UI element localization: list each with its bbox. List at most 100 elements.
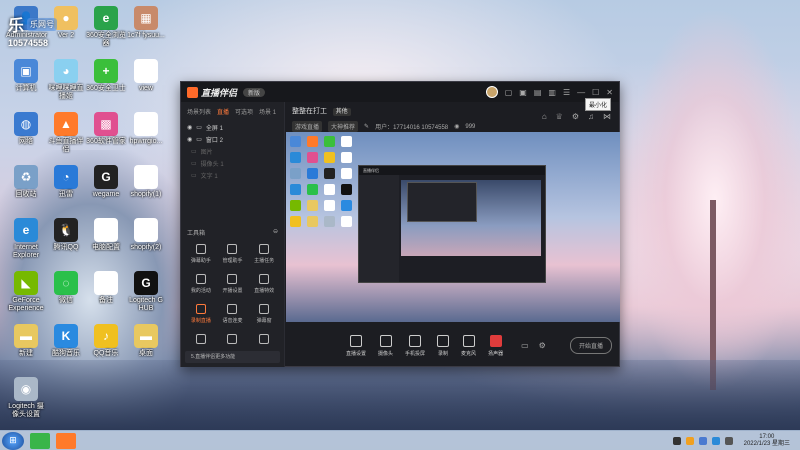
desktop-icon[interactable]: K 酷狗音乐 <box>46 324 86 358</box>
control-button[interactable]: 扬声器 <box>488 334 503 357</box>
desktop-icon[interactable]: ▣ 计算机 <box>6 59 46 93</box>
tray-chat-icon[interactable] <box>685 436 694 445</box>
avatar[interactable] <box>485 86 498 98</box>
sidebar-tab[interactable]: 场景 1 <box>259 107 276 116</box>
stream-title[interactable]: 整整在打工 <box>292 108 327 115</box>
layer-item[interactable]: ▭ 图片 <box>181 145 284 157</box>
layer-item[interactable]: ▭ 摄像头 1 <box>181 157 284 169</box>
tool-button[interactable]: 管理助手 <box>217 244 249 264</box>
layer-item[interactable]: ◉ ▭ 全屏 1 <box>181 121 284 133</box>
taskbar-app-icon[interactable] <box>30 432 50 449</box>
desktop-icon[interactable]: Gwegame <box>86 165 126 199</box>
desktop-icon[interactable]: ▬ 桌面 <box>126 324 166 358</box>
desktop-icon[interactable]: G Logitech G HUB <box>126 271 166 313</box>
tray-flag-icon[interactable] <box>724 436 733 445</box>
desktop-icon[interactable]: 电脑配置 <box>86 218 126 252</box>
tool-button[interactable]: 语音连麦 <box>217 304 249 324</box>
desktop-icon-image <box>134 59 158 83</box>
control-button[interactable]: 手机投屏 <box>405 334 425 357</box>
desktop-icon[interactable]: shopify(1) <box>126 165 166 199</box>
tool-button[interactable]: 开播设置 <box>217 274 249 294</box>
record-icon[interactable]: ▭ <box>521 341 529 350</box>
start-button[interactable]: ⊞ <box>2 431 24 450</box>
desktop-icon[interactable]: shopify(2) <box>126 218 166 252</box>
layer-item[interactable]: ▭ 文字 1 <box>181 169 284 181</box>
taskbar: ⊞ 17:00 2022/1/23 星期三 <box>0 430 800 450</box>
desktop-icon[interactable]: ▲ 斗鱼直播伴侣 <box>46 112 86 154</box>
desktop-icon[interactable]: e 360安全浏览器 <box>86 6 126 48</box>
eye-icon[interactable]: ◉ <box>187 136 192 143</box>
sidebar-tab[interactable]: 场景列表 <box>187 107 211 116</box>
edit-icon[interactable]: ✎ <box>364 123 369 130</box>
menu-icon[interactable]: ☰ <box>563 88 570 97</box>
stream-preview[interactable]: 直播伴侣 <box>286 132 620 322</box>
sidebar-tab[interactable]: 可选项 <box>235 107 253 116</box>
control-button[interactable]: 录制 <box>437 334 450 357</box>
desktop-icon[interactable]: view <box>126 59 166 93</box>
desktop-icon[interactable]: ◔ 迅雷 <box>46 165 86 199</box>
tool-button[interactable]: 录制直播 <box>185 304 217 324</box>
watermark-brand: 乐 <box>8 18 25 35</box>
tool-button[interactable]: 主播任务 <box>248 244 280 264</box>
desktop-icon[interactable]: ▦ 1c7f fysuu... <box>126 6 166 40</box>
tool-button[interactable] <box>248 334 280 347</box>
tool-button[interactable]: 弹幕助手 <box>185 244 217 264</box>
message-icon[interactable]: ▢ <box>505 88 513 97</box>
toolbox-more-icon[interactable]: ⊖ <box>273 228 278 237</box>
tool-button[interactable] <box>217 334 249 347</box>
desktop-icon[interactable]: +360安全卫士 <box>86 59 126 93</box>
room-tag-2[interactable]: 大神推荐 <box>328 121 359 132</box>
layer-item[interactable]: ◉ ▭ 窗口 2 <box>181 133 284 145</box>
desktop-icon[interactable]: ◣ GeForce Experience <box>6 271 46 313</box>
preview-icon <box>290 200 301 211</box>
tray-network-icon[interactable] <box>698 436 707 445</box>
tray-volume-icon[interactable] <box>711 436 720 445</box>
tool-button[interactable]: 我的活动 <box>185 274 217 294</box>
preview-icon <box>290 152 301 163</box>
clock[interactable]: 17:00 2022/1/23 星期三 <box>744 434 790 448</box>
layer-name: 全屏 1 <box>205 125 223 132</box>
desktop-icon[interactable]: ◕ 咪哩咪哩直播姬 <box>46 59 86 101</box>
stream-category[interactable]: 其他 <box>332 108 351 116</box>
gift-icon[interactable]: ▣ <box>519 88 527 97</box>
chart-icon[interactable]: ▤ <box>534 88 542 97</box>
desktop-icon[interactable]: 备注 <box>86 271 126 305</box>
sidebar-tab[interactable]: 直播 <box>217 107 229 116</box>
shirt-icon[interactable]: ▥ <box>548 88 556 97</box>
desktop-icon[interactable]: e Internet Explorer <box>6 218 46 260</box>
desktop-icon[interactable]: ◉ Logitech 摄像头设置 <box>6 377 46 419</box>
start-live-button[interactable]: 开始直播 <box>569 337 612 354</box>
desktop-icon[interactable]: hpwrrgio... <box>126 112 166 146</box>
taskbar-app-icon[interactable] <box>56 432 76 449</box>
close-icon[interactable]: ✕ <box>606 88 613 97</box>
tool-button[interactable]: 直播特效 <box>248 274 280 294</box>
trophy-icon[interactable]: ♕ <box>556 112 563 121</box>
gear-icon[interactable]: ⚙ <box>539 341 546 350</box>
bag-icon[interactable]: ⌂ <box>542 112 547 121</box>
tray-app-icon[interactable] <box>672 436 681 445</box>
tool-icon <box>195 334 206 344</box>
control-button[interactable]: 摄像头 <box>378 334 393 357</box>
desktop-icon[interactable]: ◍ 网络 <box>6 112 46 146</box>
desktop-icon[interactable]: ◌ 微信 <box>46 271 86 305</box>
desktop-icon[interactable]: ♪ QQ音乐 <box>86 324 126 358</box>
desktop-icon-label: view <box>138 85 153 92</box>
minimize-icon[interactable]: — <box>577 88 585 97</box>
room-tag-1[interactable]: 游戏直播 <box>292 121 323 132</box>
settings-icon[interactable]: ⚙ <box>572 112 579 121</box>
share-icon[interactable]: ⋈ <box>603 112 611 121</box>
desktop-icon[interactable]: ♻ 回收站 <box>6 165 46 199</box>
tool-button[interactable] <box>185 334 217 347</box>
eye-icon[interactable]: ◉ <box>187 124 192 131</box>
control-button[interactable]: 麦克风 <box>461 334 476 357</box>
maximize-icon[interactable]: ☐ <box>592 88 599 97</box>
desktop-icon[interactable]: 🐧 腾讯QQ <box>46 218 86 252</box>
bell-icon[interactable]: ♫ <box>588 112 594 121</box>
desktop-icon[interactable]: ▩ 360软件管家 <box>86 112 126 146</box>
control-button[interactable]: 直播设置 <box>346 334 366 357</box>
version-badge[interactable]: 新版 <box>243 87 266 97</box>
sidebar-footer[interactable]: 5.直播伴侣更多功能 <box>185 351 280 363</box>
desktop-icon[interactable]: ▬ 新建 <box>6 324 46 358</box>
desktop-icon-label: Internet Explorer <box>12 244 40 259</box>
tool-button[interactable]: 弹幕窗 <box>248 304 280 324</box>
